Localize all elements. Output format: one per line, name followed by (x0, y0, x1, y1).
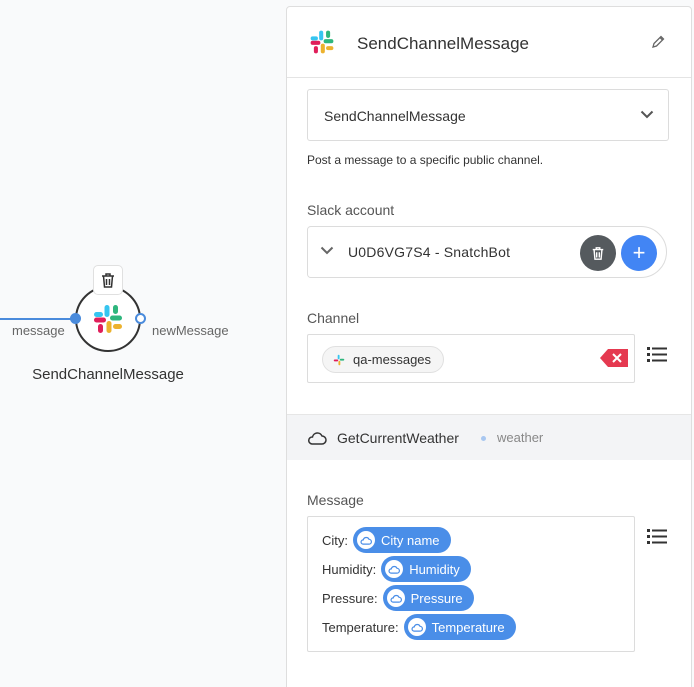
method-select-value: SendChannelMessage (324, 108, 466, 124)
message-line-label: Pressure: (322, 590, 378, 606)
variable-chip[interactable]: Pressure (382, 585, 474, 611)
trash-icon (592, 246, 604, 260)
input-port-label: message (12, 323, 65, 338)
connection-line[interactable] (0, 318, 74, 320)
cloud-icon (385, 560, 404, 578)
step-context-bar: GetCurrentWeather weather (287, 414, 691, 460)
account-select[interactable]: U0D6VG7S4 - SnatchBot + (307, 226, 667, 278)
variable-chip-label: Humidity (409, 561, 460, 577)
cloud-icon (386, 589, 405, 607)
message-line-label: Temperature: (322, 619, 399, 635)
method-description: Post a message to a specific public chan… (307, 153, 544, 167)
message-line-label: Humidity: (322, 561, 377, 577)
channel-chip[interactable]: qa-messages (322, 346, 445, 373)
channel-label: Channel (307, 310, 360, 326)
trash-icon (102, 272, 114, 288)
method-select[interactable]: SendChannelMessage (307, 89, 669, 141)
cloud-icon (407, 618, 426, 636)
channel-select[interactable]: qa-messages (307, 334, 635, 383)
plus-icon: + (632, 240, 646, 265)
slack-icon (94, 305, 122, 333)
pencil-icon[interactable] (651, 35, 665, 49)
node-settings-panel: SendChannelMessage SendChannelMessage Po… (286, 6, 692, 687)
slack-icon (333, 354, 345, 365)
delete-account-button[interactable] (580, 235, 616, 271)
message-line: City: City name (322, 527, 451, 553)
flow-canvas[interactable]: message newMessage SendChannelMessage (0, 0, 286, 687)
node-delete-button[interactable] (93, 265, 123, 295)
variable-chip-label: Temperature (431, 619, 505, 635)
variable-chip[interactable]: Temperature (403, 614, 516, 640)
message-label: Message (307, 492, 364, 508)
node-title: SendChannelMessage (32, 366, 184, 383)
cloud-icon (357, 531, 375, 549)
message-editor[interactable]: City: City name Humidity: Humidity Press… (307, 516, 635, 652)
panel-header: SendChannelMessage (287, 7, 691, 78)
step-type: weather (497, 430, 544, 445)
list-icon[interactable] (647, 529, 667, 544)
panel-title: SendChannelMessage (357, 34, 530, 53)
account-value: U0D6VG7S4 - SnatchBot (348, 244, 511, 260)
input-port[interactable] (70, 313, 81, 324)
list-icon[interactable] (647, 347, 667, 362)
output-port-label: newMessage (152, 323, 229, 338)
clear-input-icon[interactable] (600, 349, 628, 367)
message-line: Pressure: Pressure (322, 585, 474, 611)
message-line: Temperature: Temperature (322, 614, 516, 640)
message-line-label: City: (322, 532, 348, 548)
step-separator-dot (481, 436, 486, 441)
variable-chip[interactable]: City name (353, 527, 451, 553)
account-label: Slack account (307, 202, 395, 218)
add-account-button[interactable]: + (621, 235, 657, 271)
variable-chip-label: City name (381, 532, 440, 548)
variable-chip[interactable]: Humidity (381, 556, 471, 582)
output-port[interactable] (135, 313, 146, 324)
chevron-down-icon (640, 110, 654, 119)
flow-node[interactable] (75, 286, 141, 352)
step-name: GetCurrentWeather (337, 430, 459, 446)
channel-chip-label: qa-messages (353, 352, 432, 367)
chevron-down-icon (320, 246, 334, 255)
message-line: Humidity: Humidity (322, 556, 471, 582)
variable-chip-label: Pressure (410, 590, 463, 606)
cloud-icon (308, 432, 327, 445)
slack-icon (310, 30, 334, 54)
